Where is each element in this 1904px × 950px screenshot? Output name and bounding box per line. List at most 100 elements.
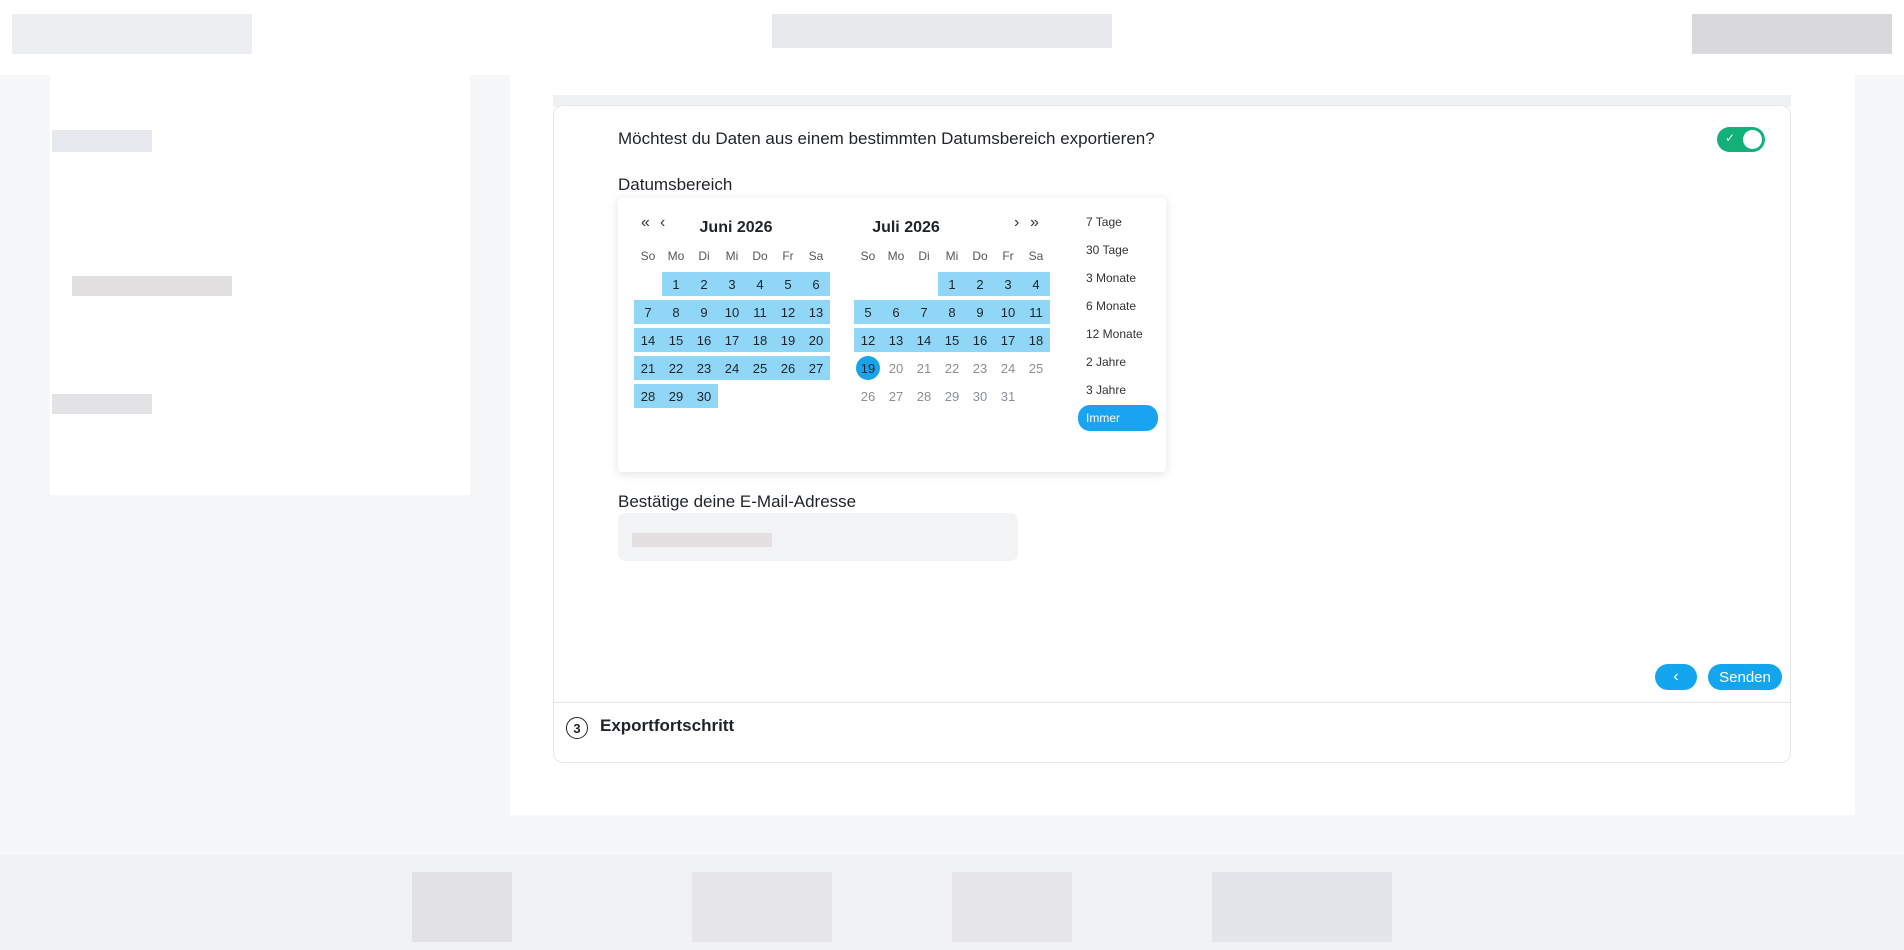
date-range-picker: « ‹ Juni 2026 Juli 2026 › » So Mo Di Mi Do Fr… xyxy=(618,198,1166,472)
weekday-label: Mi xyxy=(725,249,739,263)
calendar-day[interactable]: 29 xyxy=(662,384,690,408)
calendar-day[interactable]: 10 xyxy=(718,300,746,324)
preset-option[interactable]: 7 Tage xyxy=(1078,208,1158,236)
weekday-label: Di xyxy=(918,249,930,263)
next-year-icon[interactable]: » xyxy=(1030,214,1039,232)
calendar-day[interactable]: 3 xyxy=(718,272,746,296)
back-button[interactable]: ‹ xyxy=(1655,664,1697,690)
calendar-day[interactable]: 18 xyxy=(746,328,774,352)
calendar-day[interactable]: 14 xyxy=(634,328,662,352)
logo-area xyxy=(12,14,252,54)
weekday-label: So xyxy=(640,249,656,263)
preset-option[interactable]: 6 Monate xyxy=(1078,292,1158,320)
calendar-day[interactable]: 22 xyxy=(662,356,690,380)
calendar-day[interactable]: 14 xyxy=(910,328,938,352)
month-grid-right: So Mo Di Mi Do Fr Sa 1 2 3 4 5 6 7 8 9 10 11 12 13 14 15 16 17 1… xyxy=(854,242,1050,410)
footer-column xyxy=(412,872,512,942)
calendar-day[interactable]: 3 xyxy=(994,272,1022,296)
preset-option[interactable]: 3 Jahre xyxy=(1078,376,1158,404)
check-icon: ✓ xyxy=(1725,131,1736,145)
calendar-day[interactable]: 8 xyxy=(938,300,966,324)
calendar-day[interactable]: 27 xyxy=(882,384,910,408)
calendar-empty-cell xyxy=(746,384,774,408)
calendar-day[interactable]: 19 xyxy=(774,328,802,352)
next-month-icon[interactable]: › xyxy=(1014,214,1019,232)
calendar-day[interactable]: 20 xyxy=(882,356,910,380)
calendar-day[interactable]: 26 xyxy=(854,384,882,408)
calendar-day[interactable]: 30 xyxy=(966,384,994,408)
preset-option[interactable]: 2 Jahre xyxy=(1078,348,1158,376)
preset-option[interactable]: 12 Monate xyxy=(1078,320,1158,348)
calendar-day[interactable]: 24 xyxy=(994,356,1022,380)
weekday-label: Sa xyxy=(1028,249,1044,263)
send-button[interactable]: Senden xyxy=(1708,664,1782,690)
calendar-day[interactable]: 13 xyxy=(802,300,830,324)
calendar-day[interactable]: 29 xyxy=(938,384,966,408)
calendar-day[interactable]: 16 xyxy=(690,328,718,352)
preset-list: 7 Tage 30 Tage 3 Monate 6 Monate 12 Monate 2 … xyxy=(1078,208,1158,431)
month-title-right: Juli 2026 xyxy=(872,219,940,236)
calendar-day[interactable]: 6 xyxy=(802,272,830,296)
calendar-day[interactable]: 26 xyxy=(774,356,802,380)
preset-option[interactable]: 3 Monate xyxy=(1078,264,1158,292)
calendar-day[interactable]: 19 xyxy=(854,356,882,380)
left-panel-item xyxy=(52,130,152,152)
calendar-day[interactable]: 31 xyxy=(994,384,1022,408)
calendar-day[interactable]: 28 xyxy=(634,384,662,408)
calendar-day[interactable]: 22 xyxy=(938,356,966,380)
calendar-day[interactable]: 12 xyxy=(774,300,802,324)
weekday-label: Fr xyxy=(782,249,794,263)
calendar-day[interactable]: 17 xyxy=(718,328,746,352)
calendar-day[interactable]: 21 xyxy=(910,356,938,380)
date-range-label: Datumsbereich xyxy=(618,175,733,194)
calendar-day[interactable]: 11 xyxy=(746,300,774,324)
step-number-badge: 3 xyxy=(566,717,588,739)
calendar-day[interactable]: 6 xyxy=(882,300,910,324)
calendar-day[interactable]: 20 xyxy=(802,328,830,352)
export-progress-title[interactable]: Exportfortschritt xyxy=(600,716,734,736)
preset-option[interactable]: Immer xyxy=(1078,405,1158,431)
calendar-day[interactable]: 25 xyxy=(1022,356,1050,380)
calendar-day[interactable]: 12 xyxy=(854,328,882,352)
date-range-question: Möchtest du Daten aus einem bestimmten D… xyxy=(618,129,1155,148)
calendar-day[interactable]: 30 xyxy=(690,384,718,408)
weekday-label: Mo xyxy=(887,249,905,263)
calendar-day[interactable]: 5 xyxy=(854,300,882,324)
calendar-day[interactable]: 21 xyxy=(634,356,662,380)
calendar-day[interactable]: 17 xyxy=(994,328,1022,352)
date-range-toggle[interactable]: ✓ xyxy=(1717,127,1765,152)
calendar-day[interactable]: 15 xyxy=(938,328,966,352)
calendar-day[interactable]: 1 xyxy=(938,272,966,296)
calendar-day[interactable]: 16 xyxy=(966,328,994,352)
calendar-day[interactable]: 23 xyxy=(966,356,994,380)
calendar-day[interactable]: 9 xyxy=(690,300,718,324)
calendar-day[interactable]: 4 xyxy=(1022,272,1050,296)
calendar-day[interactable]: 4 xyxy=(746,272,774,296)
calendar-day[interactable]: 2 xyxy=(690,272,718,296)
weekday-label: Sa xyxy=(808,249,824,263)
calendar-day[interactable]: 27 xyxy=(802,356,830,380)
calendar-day[interactable]: 9 xyxy=(966,300,994,324)
calendar-day[interactable]: 7 xyxy=(634,300,662,324)
section-divider xyxy=(554,702,1790,703)
calendar-day[interactable]: 13 xyxy=(882,328,910,352)
calendar-day[interactable]: 23 xyxy=(690,356,718,380)
weekday-label: Do xyxy=(752,249,768,263)
calendar-day[interactable]: 8 xyxy=(662,300,690,324)
preset-option[interactable]: 30 Tage xyxy=(1078,236,1158,264)
calendar-day[interactable]: 24 xyxy=(718,356,746,380)
calendar-day[interactable]: 25 xyxy=(746,356,774,380)
calendar-day[interactable]: 28 xyxy=(910,384,938,408)
calendar-day[interactable]: 18 xyxy=(1022,328,1050,352)
calendar-day[interactable]: 1 xyxy=(662,272,690,296)
calendar-empty-cell xyxy=(802,384,830,408)
calendar-day[interactable]: 5 xyxy=(774,272,802,296)
calendar-day[interactable]: 15 xyxy=(662,328,690,352)
calendar-day[interactable]: 10 xyxy=(994,300,1022,324)
calendar-day[interactable]: 11 xyxy=(1022,300,1050,324)
email-label: Bestätige deine E-Mail-Adresse xyxy=(618,492,857,511)
prev-year-icon[interactable]: « xyxy=(641,214,650,232)
calendar-day[interactable]: 2 xyxy=(966,272,994,296)
email-value-redacted xyxy=(632,533,772,547)
calendar-day[interactable]: 7 xyxy=(910,300,938,324)
